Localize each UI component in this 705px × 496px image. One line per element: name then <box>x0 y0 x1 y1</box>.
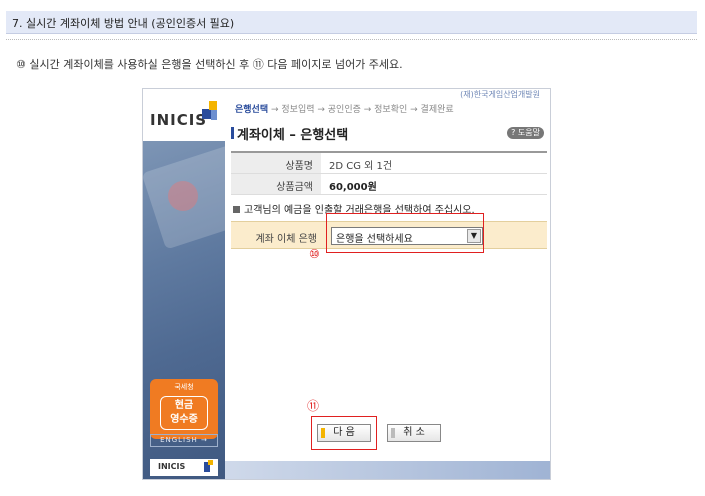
section-title: 7. 실시간 계좌이체 방법 안내 (공인인증서 필요) <box>12 17 235 30</box>
highlight-box-bank <box>326 213 484 253</box>
receipt-label: 현금 영수증 <box>160 396 208 430</box>
bullet-icon <box>233 206 240 213</box>
english-button[interactable]: ENGLISH → <box>150 434 218 447</box>
instruction-text: ⑩ 실시간 계좌이체를 사용하실 은행을 선택하신 후 ⑪ 다음 페이지로 넘어… <box>16 58 403 71</box>
product-name-value: 2D CG 외 1건 <box>329 161 393 172</box>
bottom-strip <box>225 461 550 479</box>
marker-11: ⑪ <box>307 399 320 413</box>
payment-screenshot: INICIS 국세청 현금 영수증 ENGLISH → INICIS (재)한국… <box>142 88 551 480</box>
marker-10: ⑩ <box>309 247 320 261</box>
right-panel: (재)한국게임산업개발원 은행선택 → 정보입력 → 공인인증 → 정보확인 →… <box>225 89 550 479</box>
logo-area: INICIS <box>143 89 225 141</box>
card-stamp-icon <box>168 181 198 211</box>
title-marker <box>231 127 234 139</box>
table-row: 상품금액 60,000원 <box>231 174 547 195</box>
product-name-label: 상품명 <box>231 153 321 173</box>
step-rest: → 정보입력 → 공인인증 → 정보확인 → 결제완료 <box>268 105 454 115</box>
cash-receipt-badge[interactable]: 국세청 현금 영수증 <box>150 379 218 439</box>
next-bar-icon <box>321 428 325 438</box>
product-info-table: 상품명 2D CG 외 1건 상품금액 60,000원 <box>231 151 547 195</box>
receipt-line2: 영수증 <box>170 414 198 425</box>
receipt-line1: 현금 <box>174 400 194 411</box>
next-button-label: 다 음 <box>333 427 355 438</box>
receipt-issuer: 국세청 <box>174 383 194 391</box>
section-header: 7. 실시간 계좌이체 방법 안내 (공인인증서 필요) <box>6 11 697 34</box>
table-row: 상품명 2D CG 외 1건 <box>231 153 547 174</box>
left-panel: INICIS 국세청 현금 영수증 ENGLISH → INICIS <box>143 89 281 479</box>
cancel-button[interactable]: 취 소 <box>387 424 441 442</box>
cancel-button-label: 취 소 <box>403 427 425 438</box>
divider <box>6 39 697 40</box>
cancel-bar-icon <box>391 428 395 438</box>
company-name: (재)한국게임산업개발원 <box>460 90 540 99</box>
product-amount-label: 상품금액 <box>231 174 321 194</box>
page-title: 계좌이체 – 은행선택 <box>237 128 349 143</box>
mini-logo-text: INICIS <box>158 462 186 471</box>
help-button[interactable]: ? 도움말 <box>507 127 544 139</box>
product-amount-value: 60,000원 <box>329 182 377 193</box>
inicis-logo-mark-icon <box>202 101 220 123</box>
bank-label: 계좌 이체 은행 <box>255 234 317 245</box>
step-indicator: 은행선택 → 정보입력 → 공인인증 → 정보확인 → 결제완료 <box>235 102 454 115</box>
mini-inicis-logo: INICIS <box>150 459 218 476</box>
mini-logo-accent-icon <box>208 460 213 465</box>
step-active: 은행선택 <box>235 105 269 115</box>
next-button[interactable]: 다 음 <box>317 424 371 442</box>
inicis-logo: INICIS <box>150 111 208 129</box>
